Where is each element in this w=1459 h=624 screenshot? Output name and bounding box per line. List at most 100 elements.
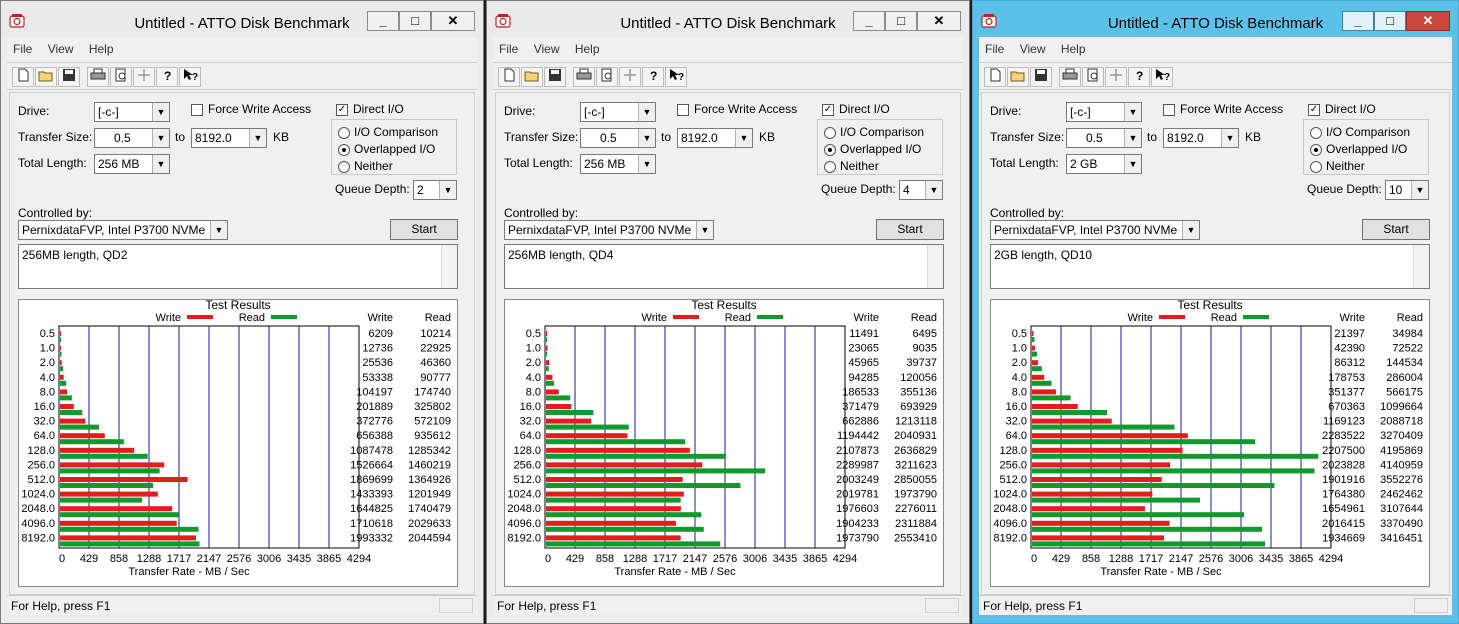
context-help-icon[interactable]: ?	[179, 67, 201, 87]
overlapped-io-radio[interactable]	[338, 144, 350, 156]
notes-textarea[interactable]: 2GB length, QD10	[990, 244, 1430, 289]
controlled-by-select[interactable]: PernixdataFVP, Intel P3700 NVMe ▼	[990, 220, 1200, 240]
transfer-to-select[interactable]: 8192.0 ▼	[677, 128, 753, 148]
maximize-button[interactable]: □	[1374, 11, 1406, 31]
title-bar[interactable]: Untitled - ATTO Disk Benchmark _ □ ✕	[487, 1, 969, 37]
minimize-button[interactable]: _	[367, 11, 399, 31]
queue-depth-select[interactable]: 10 ▼	[1385, 180, 1429, 200]
read-value: 46360	[420, 357, 451, 369]
neither-radio[interactable]	[824, 161, 836, 173]
drive-select[interactable]: [-c-] ▼	[580, 102, 656, 122]
neither-radio[interactable]	[1310, 161, 1322, 173]
menu-help[interactable]: Help	[1055, 40, 1092, 58]
io-comparison-radio[interactable]	[1310, 127, 1322, 139]
transfer-from-select[interactable]: 0.5 ▼	[580, 128, 656, 148]
open-folder-icon[interactable]	[35, 67, 57, 87]
overlapped-io-label: Overlapped I/O	[840, 142, 922, 156]
transfer-to-select[interactable]: 8192.0 ▼	[191, 128, 267, 148]
minimize-button[interactable]: _	[1342, 11, 1374, 31]
maximize-button[interactable]: □	[885, 11, 917, 31]
neither-radio[interactable]	[338, 161, 350, 173]
print-icon[interactable]	[1059, 67, 1081, 87]
save-icon[interactable]	[58, 67, 80, 87]
menu-file[interactable]: File	[979, 40, 1010, 58]
start-button[interactable]: Start	[876, 219, 944, 240]
queue-depth-select[interactable]: 4 ▼	[899, 180, 943, 200]
read-value: 2276011	[895, 503, 937, 515]
io-comparison-radio[interactable]	[824, 127, 836, 139]
transfer-from-select[interactable]: 0.5 ▼	[94, 128, 170, 148]
chevron-down-icon: ▼	[638, 129, 655, 147]
print-icon[interactable]	[573, 67, 595, 87]
new-file-icon[interactable]	[498, 67, 520, 87]
menu-view[interactable]: View	[528, 40, 566, 58]
move-icon[interactable]	[133, 67, 155, 87]
print-preview-icon[interactable]	[596, 67, 618, 87]
drive-select[interactable]: [-c-] ▼	[94, 102, 170, 122]
client-area: File View Help ? ? Drive: [-c-] ▼ Force …	[493, 37, 963, 615]
maximize-button[interactable]: □	[399, 11, 431, 31]
resize-grip-icon[interactable]	[1414, 598, 1448, 613]
controlled-by-select[interactable]: PernixdataFVP, Intel P3700 NVMe ▼	[504, 220, 714, 240]
context-help-icon[interactable]: ?	[1151, 67, 1173, 87]
close-button[interactable]: ✕	[1406, 11, 1450, 31]
resize-grip-icon[interactable]	[439, 598, 473, 613]
menu-view[interactable]: View	[1014, 40, 1052, 58]
save-icon[interactable]	[544, 67, 566, 87]
direct-io-checkbox[interactable]: ✓	[822, 104, 834, 116]
menu-help[interactable]: Help	[83, 40, 120, 58]
notes-textarea[interactable]: 256MB length, QD4	[504, 244, 944, 289]
overlapped-io-radio[interactable]	[1310, 144, 1322, 156]
chevron-down-icon: ▼	[638, 155, 655, 173]
menu-file[interactable]: File	[7, 40, 38, 58]
resize-grip-icon[interactable]	[925, 598, 959, 613]
force-write-checkbox[interactable]	[1163, 104, 1175, 116]
start-button[interactable]: Start	[390, 219, 458, 240]
transfer-from-select[interactable]: 0.5 ▼	[1066, 128, 1142, 148]
menu-help[interactable]: Help	[569, 40, 606, 58]
scrollbar[interactable]	[927, 245, 943, 288]
force-write-checkbox[interactable]	[677, 104, 689, 116]
write-value: 186533	[842, 386, 879, 398]
direct-io-checkbox[interactable]: ✓	[336, 104, 348, 116]
new-file-icon[interactable]	[12, 67, 34, 87]
notes-textarea[interactable]: 256MB length, QD2	[18, 244, 458, 289]
start-button[interactable]: Start	[1362, 219, 1430, 240]
about-icon[interactable]: ?	[156, 67, 178, 87]
about-icon[interactable]: ?	[1128, 67, 1150, 87]
minimize-button[interactable]: _	[853, 11, 885, 31]
controlled-by-select[interactable]: PernixdataFVP, Intel P3700 NVMe ▼	[18, 220, 228, 240]
menu-view[interactable]: View	[42, 40, 80, 58]
print-preview-icon[interactable]	[110, 67, 132, 87]
open-folder-icon[interactable]	[1007, 67, 1029, 87]
scrollbar[interactable]	[1413, 245, 1429, 288]
scrollbar[interactable]	[441, 245, 457, 288]
close-button[interactable]: ✕	[431, 11, 475, 31]
print-preview-icon[interactable]	[1082, 67, 1104, 87]
read-bar	[546, 512, 702, 518]
queue-depth-select[interactable]: 2 ▼	[413, 180, 457, 200]
menu-file[interactable]: File	[493, 40, 524, 58]
open-folder-icon[interactable]	[521, 67, 543, 87]
transfer-size-label: Transfer Size:	[504, 130, 579, 144]
force-write-checkbox[interactable]	[191, 104, 203, 116]
total-length-select[interactable]: 256 MB ▼	[580, 154, 656, 174]
print-icon[interactable]	[87, 67, 109, 87]
drive-select[interactable]: [-c-] ▼	[1066, 102, 1142, 122]
transfer-size-tick: 8.0	[526, 386, 541, 398]
transfer-to-select[interactable]: 8192.0 ▼	[1163, 128, 1239, 148]
overlapped-io-radio[interactable]	[824, 144, 836, 156]
close-button[interactable]: ✕	[917, 11, 961, 31]
title-bar[interactable]: Untitled - ATTO Disk Benchmark _ □ ✕	[1, 1, 483, 37]
direct-io-checkbox[interactable]: ✓	[1308, 104, 1320, 116]
total-length-select[interactable]: 2 GB ▼	[1066, 154, 1142, 174]
total-length-select[interactable]: 256 MB ▼	[94, 154, 170, 174]
about-icon[interactable]: ?	[642, 67, 664, 87]
io-comparison-radio[interactable]	[338, 127, 350, 139]
move-icon[interactable]	[619, 67, 641, 87]
title-bar[interactable]: Untitled - ATTO Disk Benchmark _ □ ✕	[973, 1, 1458, 37]
move-icon[interactable]	[1105, 67, 1127, 87]
save-icon[interactable]	[1030, 67, 1052, 87]
context-help-icon[interactable]: ?	[665, 67, 687, 87]
new-file-icon[interactable]	[984, 67, 1006, 87]
